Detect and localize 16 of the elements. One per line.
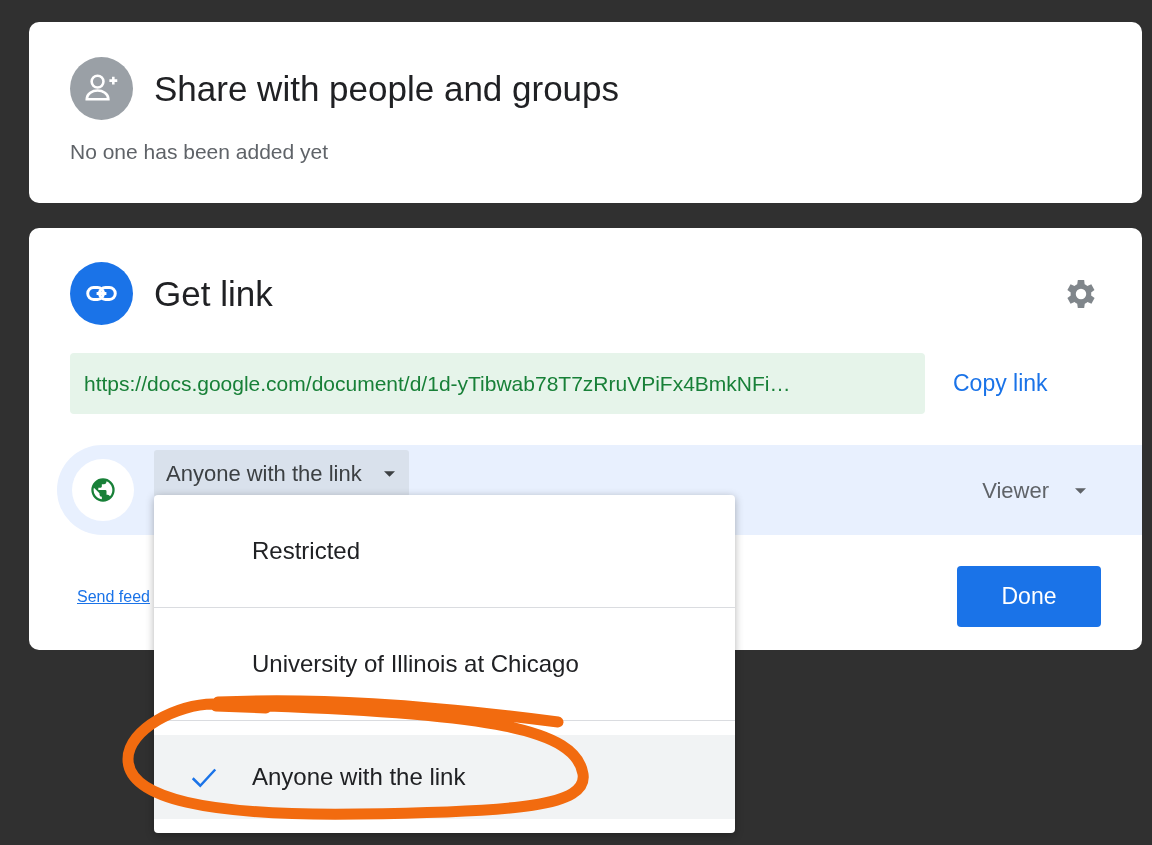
menu-option[interactable]: University of Illinois at Chicago	[154, 608, 735, 720]
role-dropdown[interactable]: Viewer	[982, 478, 1086, 504]
feedback-link[interactable]: Send feed	[77, 587, 150, 606]
section-title: Get link	[154, 273, 273, 314]
status-text: No one has been added yet	[70, 140, 330, 164]
menu-option[interactable]: Restricted	[154, 495, 735, 607]
copy-link-button[interactable]: Copy link	[953, 370, 1048, 397]
link-icon	[70, 262, 133, 325]
link-field[interactable]: https://docs.google.com/document/d/1d-yTibwab78T7zRruVPiFx4BmkNFi…	[70, 353, 925, 414]
section-title: Share with people and groups	[154, 68, 620, 109]
done-button[interactable]: Done	[957, 566, 1101, 627]
caret-icon	[1075, 488, 1086, 494]
caret-icon	[383, 470, 395, 477]
globe-icon	[89, 476, 117, 504]
access-dropdown[interactable]: Anyone with the link	[154, 450, 409, 497]
add-person-icon	[70, 57, 133, 120]
